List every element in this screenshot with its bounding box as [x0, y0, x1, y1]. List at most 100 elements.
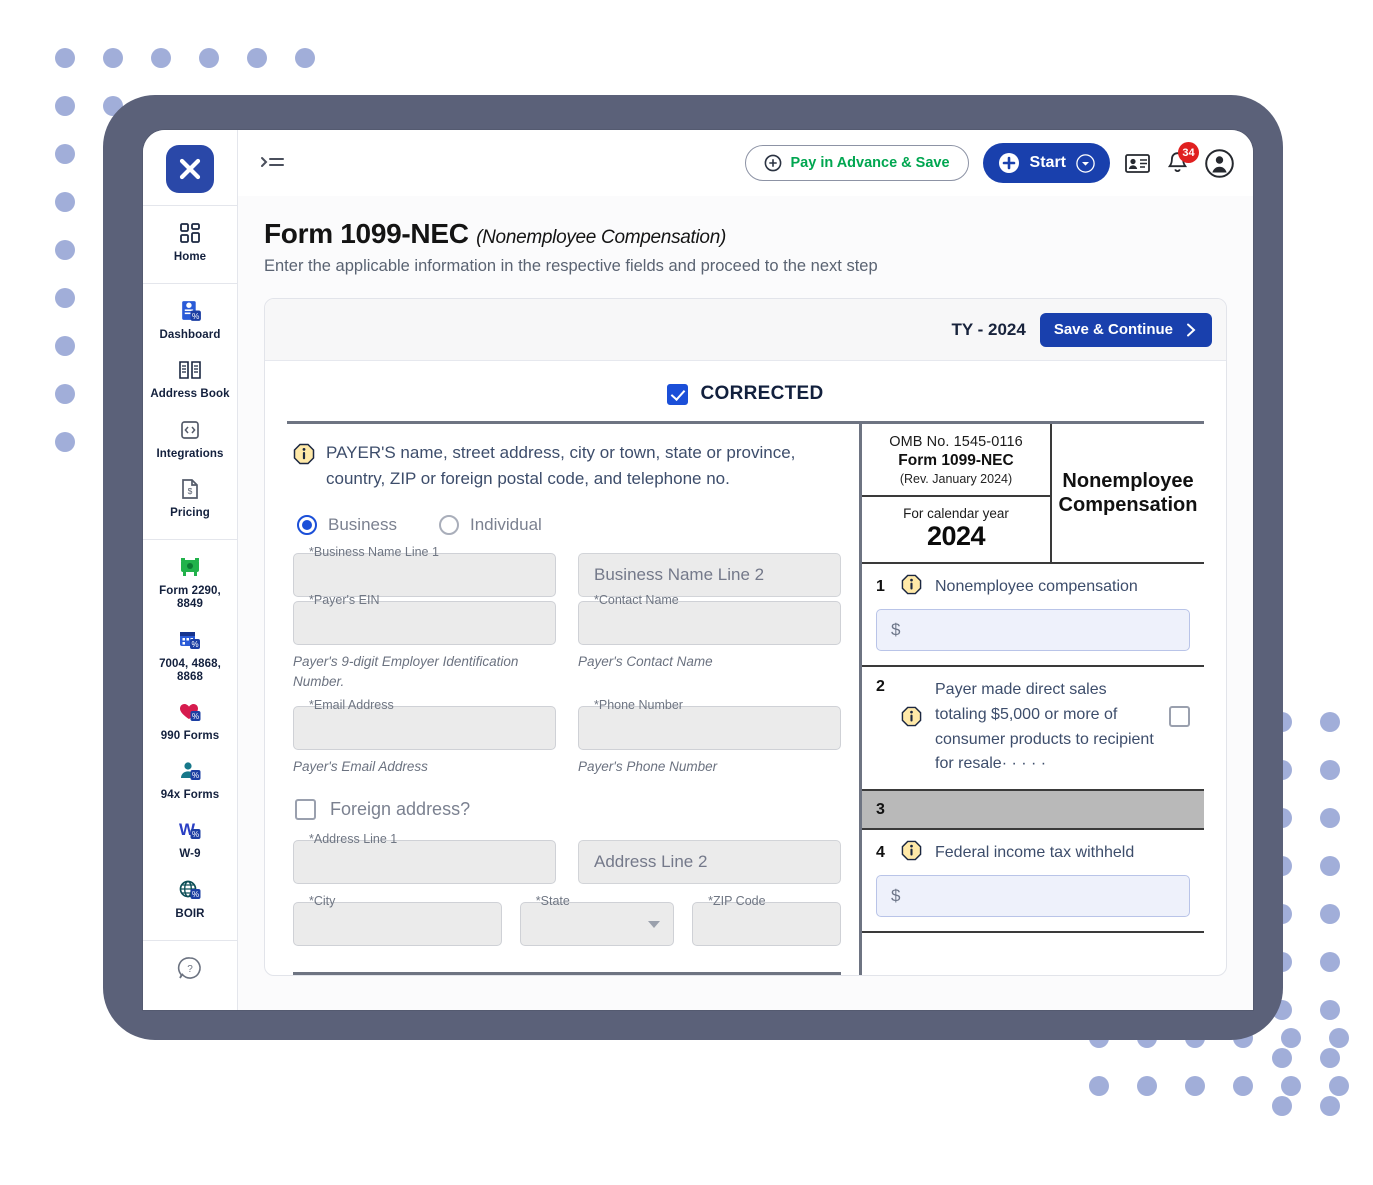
open-book-icon	[177, 356, 203, 384]
field-hint: Payer's Phone Number	[578, 759, 718, 775]
sidebar-item-form-2290-8849[interactable]: Form 2290, 8849	[143, 546, 238, 618]
field-hint: Payer's 9-digit Employer Identification …	[293, 653, 519, 689]
decorative-dot	[55, 240, 75, 260]
irs-box-1-number: 1	[876, 578, 885, 595]
app-logo[interactable]	[166, 145, 214, 193]
sidebar-item-boir[interactable]: % BOIR	[143, 869, 238, 928]
irs-box-4-number: 4	[876, 844, 885, 862]
field-email-address: *Email Address Payer's Email Address	[293, 698, 556, 777]
field-label: *Payer's EIN	[309, 592, 380, 607]
federal-income-tax-withheld-input[interactable]: $	[876, 875, 1190, 918]
sidebar-item-990-forms[interactable]: % 990 Forms	[143, 691, 238, 750]
decorative-dot	[1320, 904, 1340, 924]
decorative-dot	[295, 48, 315, 68]
sidebar-item-94x-forms[interactable]: % 94x Forms	[143, 750, 238, 809]
irs-box-tail	[862, 931, 1204, 953]
sidebar-item-w-9[interactable]: W % W-9	[143, 809, 238, 868]
decorative-dot	[55, 336, 75, 356]
info-icon[interactable]	[293, 443, 315, 470]
contact-name-input[interactable]	[578, 600, 841, 645]
sidebar-divider	[143, 205, 238, 206]
radio-individual-input[interactable]	[438, 514, 459, 535]
decorative-dot	[1320, 760, 1340, 780]
svg-text:%: %	[192, 771, 199, 780]
nonemployee-compensation-input[interactable]: $	[876, 609, 1190, 651]
entity-type-radio-group: Business Individual	[297, 514, 841, 535]
corrected-checkbox[interactable]	[667, 383, 689, 405]
zip-code-input[interactable]	[692, 902, 841, 947]
heart-percent-icon: %	[177, 698, 203, 726]
start-button[interactable]: Start	[982, 143, 1110, 183]
sidebar-item-address-book[interactable]: Address Book	[143, 349, 238, 408]
form-card: TY - 2024 Save & Continue CORRECTED PAYE…	[264, 298, 1227, 977]
sidebar-divider	[143, 283, 238, 285]
collapse-menu-icon[interactable]	[260, 153, 286, 173]
decorative-dot	[55, 144, 75, 164]
chevron-right-icon	[1187, 323, 1196, 336]
notification-bell-button[interactable]: 34	[1165, 142, 1199, 176]
irs-box-2-label: Payer made direct sales totaling $5,000 …	[935, 681, 1154, 773]
decorative-dot	[151, 48, 171, 68]
payers-ein-input[interactable]	[293, 600, 556, 645]
field-state: *State	[519, 894, 675, 947]
field-label: *Business Name Line 1	[309, 544, 439, 559]
city-input[interactable]	[293, 902, 502, 947]
irs-box-1: 1 Nonemployee compensation $	[862, 562, 1204, 665]
decorative-dot	[1329, 1028, 1349, 1048]
foreign-address-checkbox[interactable]	[295, 799, 316, 821]
radio-business-input[interactable]	[297, 514, 317, 535]
info-icon[interactable]	[901, 574, 922, 600]
irs-box-column: OMB No. 1545-0116 Form 1099-NEC (Rev. Ja…	[859, 424, 1204, 976]
direct-sales-checkbox[interactable]	[1169, 706, 1190, 727]
decorative-dot	[1233, 1076, 1253, 1096]
sidebar-item-help[interactable]: ?	[143, 947, 238, 989]
irs-box-4-header: 4 Federal income tax withheld	[876, 840, 1190, 866]
user-circle-icon	[1205, 148, 1234, 178]
sidebar-item-pricing[interactable]: $ Pricing	[143, 468, 238, 527]
price-tag-document-icon: $	[179, 475, 201, 503]
field-label: *Address Line 1	[309, 832, 398, 847]
irs-box-4: 4 Federal income tax withheld $	[862, 830, 1204, 931]
field-payers-ein: *Payer's EIN Payer's 9-digit Employer Id…	[293, 593, 556, 693]
divider	[293, 972, 841, 976]
document-percent-icon: %	[178, 297, 203, 325]
save-and-continue-label: Save & Continue	[1053, 321, 1173, 338]
sidebar-item-home[interactable]: Home	[143, 212, 238, 271]
screenshot-root: Home % Dashboard Address Book Integratio…	[0, 0, 1373, 1185]
omb-title: Nonemployee Compensation	[1058, 470, 1198, 516]
decorative-dot	[1281, 1076, 1301, 1096]
sidebar-item-7004-4868-8868[interactable]: % 7004, 4868, 8868	[143, 619, 238, 691]
radio-individual[interactable]: Individual	[438, 514, 542, 535]
field-city: *City	[293, 894, 502, 947]
user-account-button[interactable]	[1204, 148, 1235, 179]
field-label: *Contact Name	[594, 592, 679, 607]
sidebar-divider	[143, 939, 238, 941]
foreign-address-label: Foreign address?	[330, 799, 471, 820]
svg-text:$: $	[188, 486, 193, 496]
save-and-continue-button[interactable]: Save & Continue	[1039, 312, 1212, 347]
business-name-line-1-input[interactable]	[293, 552, 556, 597]
decorative-dot	[1185, 1076, 1205, 1096]
decorative-dot	[1272, 1048, 1292, 1068]
decorative-dot	[55, 192, 75, 212]
irs-box-1-header: 1 Nonemployee compensation	[876, 574, 1190, 600]
info-icon[interactable]	[901, 706, 922, 732]
address-line-1-input[interactable]	[293, 840, 556, 885]
w-letter-percent-icon: W %	[177, 816, 203, 844]
sidebar-item-integrations[interactable]: Integrations	[143, 409, 238, 468]
field-hint: Payer's Email Address	[293, 759, 428, 775]
sidebar-item-dashboard[interactable]: % Dashboard	[143, 290, 238, 349]
sidebar-item-label: BOIR	[175, 907, 205, 920]
omb-header: OMB No. 1545-0116 Form 1099-NEC (Rev. Ja…	[862, 424, 1204, 562]
decorative-dot	[55, 48, 75, 68]
pay-in-advance-button[interactable]: Pay in Advance & Save	[744, 145, 969, 181]
contact-card-icon[interactable]	[1124, 152, 1151, 175]
info-icon[interactable]	[901, 840, 922, 866]
phone-number-input[interactable]	[578, 706, 841, 751]
app-window: Home % Dashboard Address Book Integratio…	[143, 130, 1253, 1010]
field-label: *Email Address	[309, 698, 394, 713]
radio-business[interactable]: Business	[297, 514, 397, 535]
email-address-input[interactable]	[293, 706, 556, 751]
truck-icon	[177, 553, 203, 581]
payer-fields-grid: *Business Name Line 1 Business Name Line…	[293, 545, 841, 782]
